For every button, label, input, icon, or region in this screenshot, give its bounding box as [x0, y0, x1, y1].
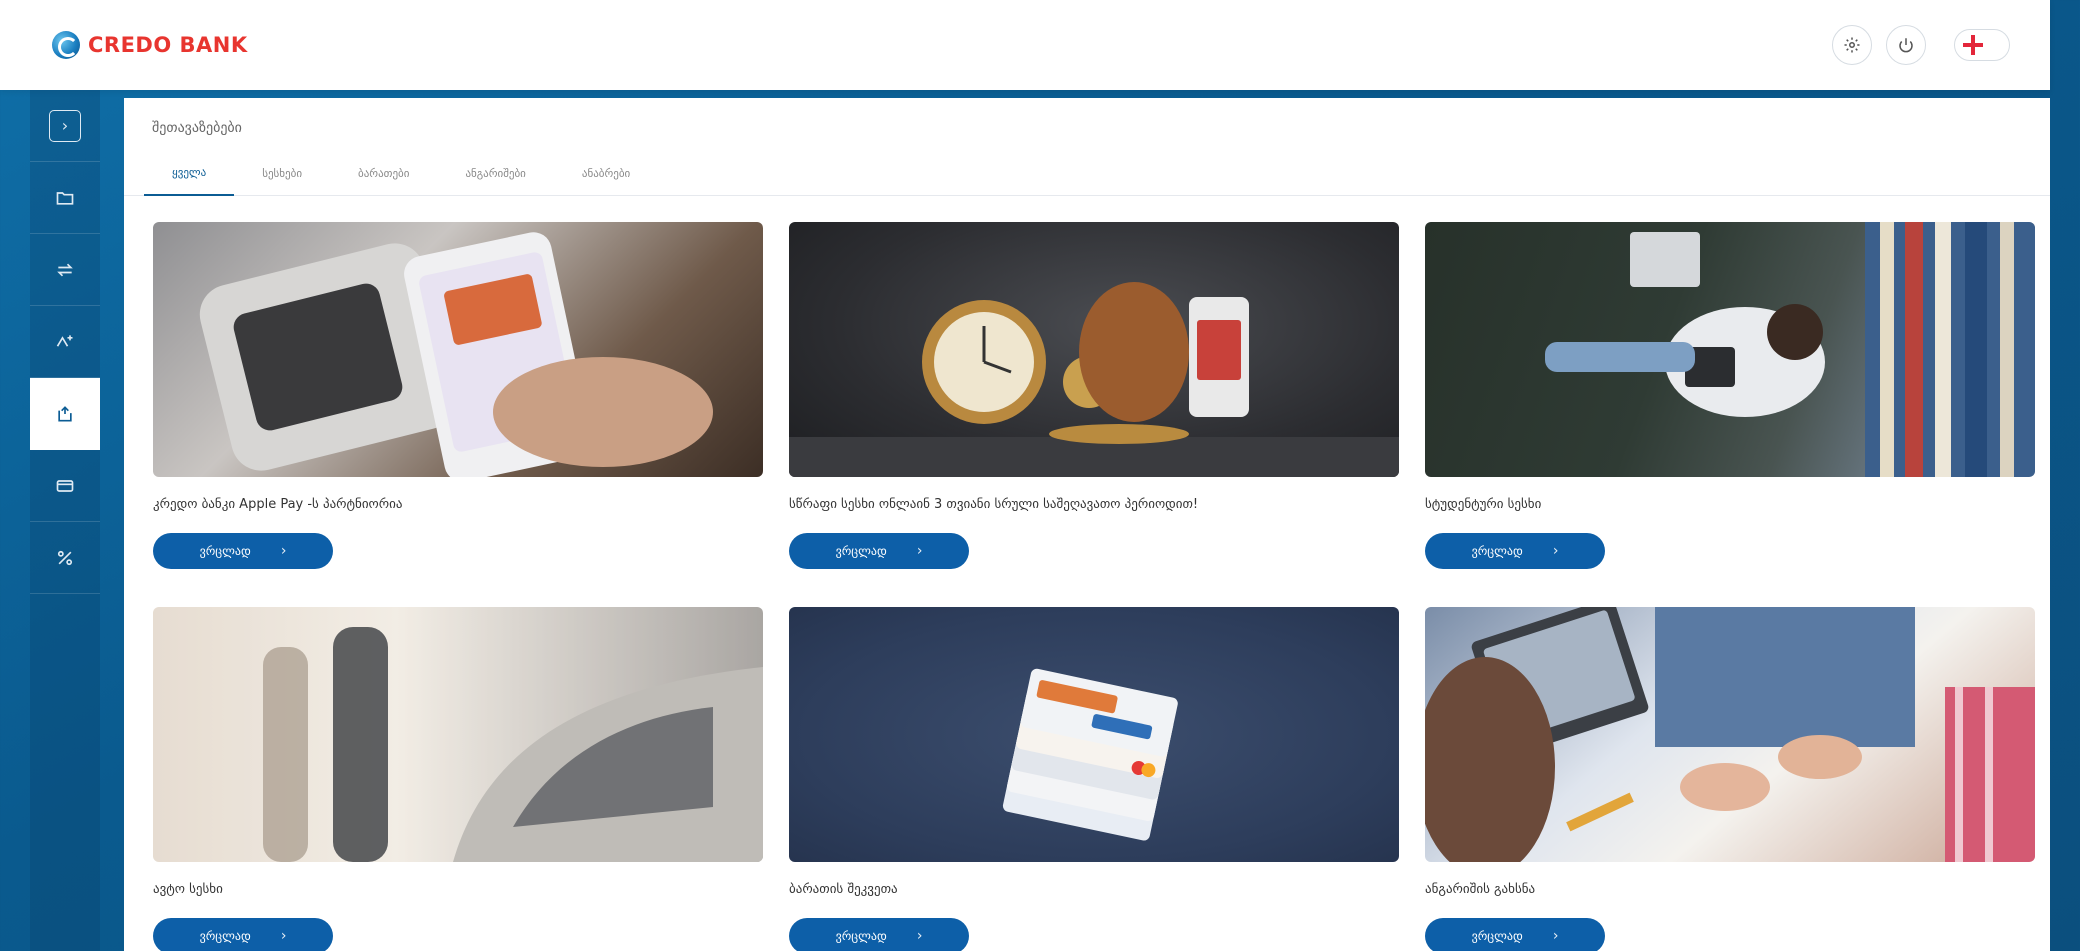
card-stack-illustration: [1002, 668, 1178, 841]
offer-title: სწრაფი სესხი ონლაინ 3 თვიანი სრული საშეღ…: [789, 497, 1199, 512]
card-icon: [56, 479, 74, 492]
sidebar-item-products[interactable]: [30, 162, 100, 234]
office-meeting-illustration: [1425, 607, 2035, 862]
details-label: ვრცლად: [199, 544, 251, 558]
percent-icon: [57, 550, 73, 565]
student-library-illustration: [1545, 222, 2035, 477]
details-label: ვრცლად: [835, 544, 887, 558]
offers-tabs: ყველა სესხები ბარათები ანგარიშები ანაბრე…: [124, 150, 2050, 196]
top-header: CREDO BANK: [0, 0, 2050, 90]
sidebar-item-cards[interactable]: [30, 450, 100, 522]
offer-title: სტუდენტური სესხი: [1425, 497, 1542, 512]
credo-logo-icon: [52, 31, 80, 59]
offer-card-auto-loan: ავტო სესხი ვრცლად ›: [153, 607, 763, 951]
settings-button[interactable]: [1832, 25, 1872, 65]
page-title: შეთავაზებები: [152, 120, 242, 136]
offer-details-button[interactable]: ვრცლად ›: [153, 533, 333, 569]
details-label: ვრცლად: [1471, 929, 1523, 943]
chevron-right-icon: ›: [916, 543, 923, 559]
transfer-arrows-icon: [57, 263, 73, 276]
tab-deposits[interactable]: ანაბრები: [554, 150, 658, 196]
gear-icon: [1844, 37, 1860, 53]
offer-details-button[interactable]: ვრცლად ›: [1425, 918, 1605, 951]
tab-loans[interactable]: სესხები: [234, 150, 330, 196]
offer-image-fast-loan[interactable]: [789, 222, 1399, 477]
chevron-right-icon: ›: [280, 543, 287, 559]
offers-panel: შეთავაზებები ყველა სესხები ბარათები ანგა…: [124, 98, 2050, 951]
offer-card-open-account: ანგარიშის გახსნა ვრცლად ›: [1425, 607, 2035, 951]
offer-card-apple-pay: კრედო ბანკი Apple Pay -ს პარტნიორია ვრცლ…: [153, 222, 763, 569]
details-label: ვრცლად: [199, 929, 251, 943]
language-toggle[interactable]: [1954, 29, 2010, 61]
apple-pay-illustration: [199, 232, 713, 477]
offer-image-apple-pay[interactable]: [153, 222, 763, 477]
tab-accounts[interactable]: ანგარიშები: [437, 150, 553, 196]
offer-image-student-loan[interactable]: [1425, 222, 2035, 477]
chevron-right-icon: ›: [916, 928, 923, 944]
sidebar-item-offers[interactable]: [30, 378, 100, 450]
offer-image-card-order[interactable]: [789, 607, 1399, 862]
header-actions: [1832, 25, 2010, 65]
chevron-right-icon: ›: [1552, 543, 1559, 559]
offer-title: ავტო სესხი: [153, 882, 223, 897]
offer-title: ანგარიშის გახსნა: [1425, 882, 1536, 897]
offers-icon: [58, 405, 72, 421]
details-label: ვრცლად: [1471, 544, 1523, 558]
offer-card-card-order: ბარათის შეკვეთა ვრცლად ›: [789, 607, 1399, 951]
offer-details-button[interactable]: ვრცლად ›: [153, 918, 333, 951]
offer-details-button[interactable]: ვრცლად ›: [1425, 533, 1605, 569]
offer-image-auto-loan[interactable]: [153, 607, 763, 862]
expand-chevron-icon: ›: [49, 109, 81, 142]
tab-cards[interactable]: ბარათები: [330, 150, 437, 196]
brand[interactable]: CREDO BANK: [52, 31, 248, 59]
sidebar-item-exchange[interactable]: [30, 306, 100, 378]
clock-money-illustration: [789, 282, 1399, 477]
power-icon: [1899, 38, 1913, 53]
sidebar: ›: [30, 90, 100, 951]
logout-button[interactable]: [1886, 25, 1926, 65]
offer-image-open-account[interactable]: [1425, 607, 2035, 862]
offers-grid: კრედო ბანკი Apple Pay -ს პარტნიორია ვრცლ…: [153, 222, 2035, 951]
offer-card-student-loan: სტუდენტური სესხი ვრცლად ›: [1425, 222, 2035, 569]
brand-name: CREDO BANK: [88, 33, 248, 57]
chevron-right-icon: ›: [1552, 928, 1559, 944]
offer-details-button[interactable]: ვრცლად ›: [789, 533, 969, 569]
offer-title: ბარათის შეკვეთა: [789, 882, 898, 897]
car-showroom-illustration: [153, 607, 763, 862]
shuffle-icon: [56, 334, 73, 347]
folder-icon: [56, 191, 74, 205]
tab-all[interactable]: ყველა: [144, 150, 235, 196]
offer-details-button[interactable]: ვრცლად ›: [789, 918, 969, 951]
sidebar-item-rates[interactable]: [30, 522, 100, 594]
georgia-flag-icon: [1963, 35, 1983, 55]
offer-title: კრედო ბანკი Apple Pay -ს პარტნიორია: [153, 497, 403, 512]
details-label: ვრცლად: [835, 929, 887, 943]
offer-card-fast-loan: სწრაფი სესხი ონლაინ 3 თვიანი სრული საშეღ…: [789, 222, 1399, 569]
chevron-right-icon: ›: [280, 928, 287, 944]
sidebar-expand[interactable]: ›: [30, 90, 100, 162]
sidebar-item-transfers[interactable]: [30, 234, 100, 306]
